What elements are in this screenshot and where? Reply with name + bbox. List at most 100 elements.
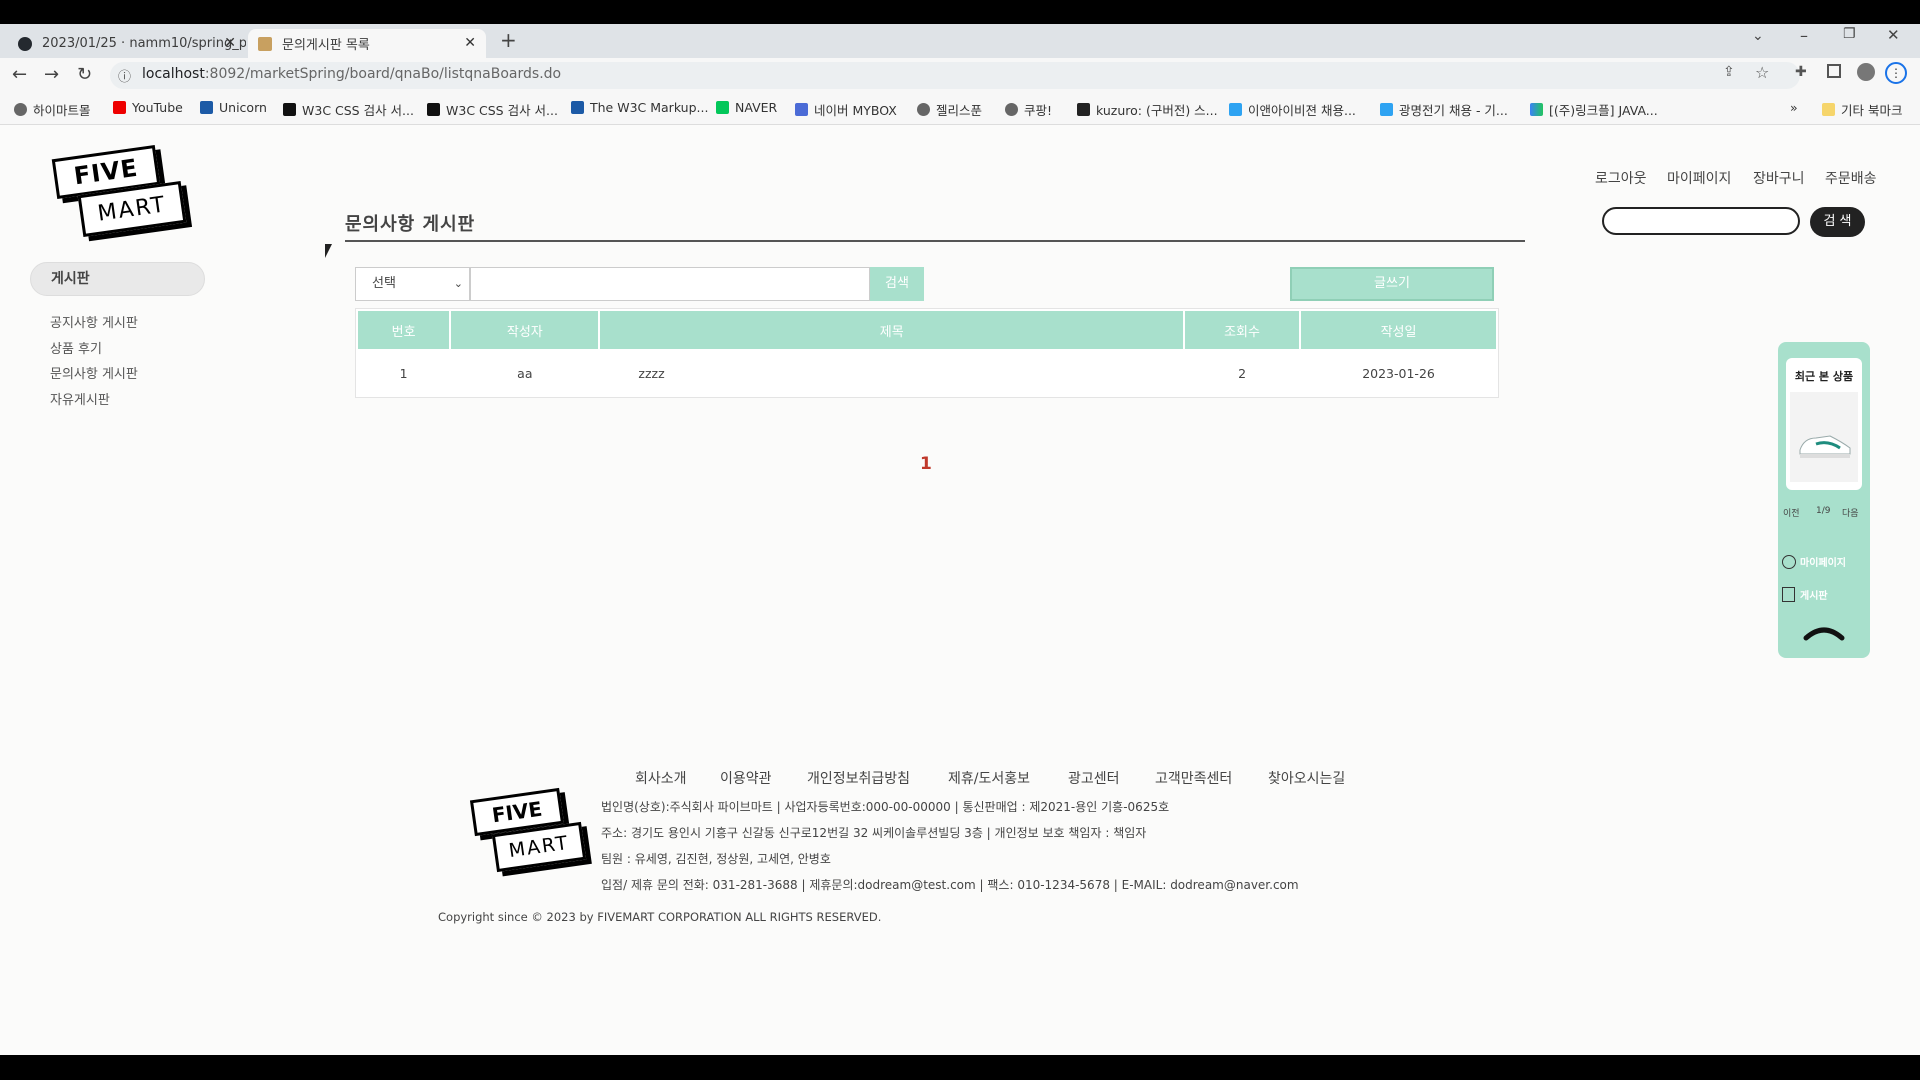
board-search-button[interactable]: 검색	[870, 267, 924, 301]
github-icon	[18, 36, 32, 51]
bookmark-label: 네이버 MYBOX	[814, 103, 897, 118]
footer-location[interactable]: 찾아오시는길	[1268, 768, 1345, 788]
bookmark-w3c-css-1[interactable]: W3C CSS 검사 서...	[283, 100, 414, 119]
bookmark-youtube[interactable]: YouTube	[113, 100, 183, 115]
footer-support[interactable]: 고객만족센터	[1155, 768, 1232, 788]
extensions-icon[interactable]: ✚	[1795, 64, 1807, 80]
recent-board-label: 게시판	[1800, 591, 1828, 602]
menu-icon[interactable]: ⋮	[1885, 62, 1907, 84]
back-icon[interactable]: ←	[12, 64, 27, 85]
footer-terms[interactable]: 이용약관	[720, 768, 772, 788]
sidebar-item-qna[interactable]: 문의사항 게시판	[50, 363, 138, 382]
col-author: 작성자	[451, 311, 599, 349]
recent-mypage-link[interactable]: 마이페이지	[1782, 554, 1846, 569]
footer-about[interactable]: 회사소개	[635, 768, 687, 788]
cell-views: 2	[1238, 365, 1247, 381]
tab-bar: 2023/01/25 · namm10/spring_p ✕ 문의게시판 목록 …	[0, 24, 1920, 58]
recent-next-button[interactable]: 다음	[1842, 506, 1859, 519]
bookmark-himart[interactable]: 하이마트몰	[14, 100, 91, 119]
footer-privacy[interactable]: 개인정보취급방침	[807, 768, 910, 788]
bookmark-linkple[interactable]: [(주)링크플] JAVA...	[1530, 100, 1658, 119]
bookmark-label: Unicorn	[219, 100, 267, 115]
header-search-input[interactable]	[1602, 207, 1800, 235]
mypage-link[interactable]: 마이페이지	[1667, 168, 1731, 188]
w3c-icon	[200, 101, 213, 114]
orders-link[interactable]: 주문배송	[1825, 168, 1877, 188]
page-icon	[258, 36, 272, 51]
reload-icon[interactable]: ↻	[77, 64, 92, 85]
bookmark-label: YouTube	[132, 100, 183, 115]
youtube-icon	[113, 101, 126, 114]
minimize-icon[interactable]: –	[1800, 26, 1808, 45]
sidebar-item-review[interactable]: 상품 후기	[50, 338, 102, 357]
board-table: 번호 작성자 제목 조회수 작성일 1 aa zzzz 2 2023-01-26	[355, 308, 1499, 398]
bookmark-mybox[interactable]: 네이버 MYBOX	[795, 100, 897, 119]
sidebar-item-notice[interactable]: 공지사항 게시판	[50, 312, 138, 331]
site-logo[interactable]: FIVE MART	[50, 144, 190, 238]
sidebar-item-free[interactable]: 자유게시판	[50, 389, 110, 408]
bookmark-w3c-markup[interactable]: The W3C Markup...	[571, 100, 708, 115]
close-icon[interactable]: ✕	[464, 35, 476, 51]
bookmark-label: W3C CSS 검사 서...	[446, 103, 558, 118]
tab-search-icon[interactable]: ⌄	[1752, 28, 1764, 44]
bookmark-unicorn[interactable]: Unicorn	[200, 100, 267, 115]
col-views: 조회수	[1185, 311, 1300, 349]
star-icon[interactable]: ☆	[1755, 63, 1769, 82]
board-table-grid: 번호 작성자 제목 조회수 작성일 1 aa zzzz 2 2023-01-26	[356, 309, 1498, 397]
bookmark-label: 기타 북마크	[1841, 103, 1903, 118]
cart-link[interactable]: 장바구니	[1753, 168, 1805, 188]
pagination-current[interactable]: 1	[920, 454, 932, 474]
table-row[interactable]: 1 aa zzzz 2 2023-01-26	[358, 351, 1496, 395]
sidepanel-icon[interactable]	[1827, 64, 1841, 78]
w3c-icon	[427, 103, 440, 116]
bookmark-w3c-css-2[interactable]: W3C CSS 검사 서...	[427, 100, 558, 119]
scroll-top-icon[interactable]	[1802, 622, 1846, 642]
tab-qna-board[interactable]: 문의게시판 목록 ✕	[248, 29, 486, 58]
cell-title-link[interactable]: zzzz	[600, 351, 1183, 395]
footer-team: 팀원 : 유세영, 김진현, 정상원, 고세연, 안병호	[601, 852, 831, 866]
page-title: 문의사항 게시판	[345, 214, 476, 235]
recent-prev-button[interactable]: 이전	[1783, 506, 1800, 519]
bookmark-kuzuro[interactable]: kuzuro: (구버전) 스...	[1077, 100, 1218, 119]
filter-select[interactable]: 선택 ⌄	[355, 267, 470, 301]
new-tab-icon[interactable]: +	[500, 28, 517, 52]
profile-icon[interactable]	[1857, 63, 1875, 81]
tab-github[interactable]: 2023/01/25 · namm10/spring_p ✕	[8, 29, 246, 58]
logout-link[interactable]: 로그아웃	[1595, 168, 1647, 188]
bookmark-coupang[interactable]: 쿠팡!	[1005, 100, 1052, 119]
recent-counter: 1/9	[1816, 506, 1831, 516]
bookmark-label: 쿠팡!	[1024, 103, 1053, 118]
info-icon[interactable]: ⓘ	[118, 66, 131, 85]
bookmarks-more-button[interactable]: »	[1790, 100, 1798, 115]
window-close-icon[interactable]: ✕	[1887, 26, 1900, 44]
title-divider	[345, 240, 1525, 242]
footer-ads[interactable]: 광고센터	[1068, 768, 1120, 788]
bookmark-jellyspoon[interactable]: 젤리스푼	[917, 100, 982, 119]
header-search-button[interactable]: 검 색	[1810, 207, 1865, 237]
bookmark-kwangmyung[interactable]: 광명전기 채용 - 기...	[1380, 100, 1508, 119]
restore-icon[interactable]: ❐	[1843, 26, 1856, 42]
forward-icon[interactable]: →	[44, 64, 59, 85]
recent-board-link[interactable]: 게시판	[1782, 587, 1828, 602]
footer-partnership[interactable]: 제휴/도서홍보	[948, 768, 1030, 788]
bookmark-naver[interactable]: NAVER	[716, 100, 777, 115]
table-header-row: 번호 작성자 제목 조회수 작성일	[358, 311, 1496, 349]
bookmark-eni[interactable]: 이앤아이비젼 채용...	[1229, 100, 1356, 119]
mouse-cursor-icon	[325, 244, 332, 258]
globe-icon	[917, 103, 930, 116]
bookmark-label: 광명전기 채용 - 기...	[1399, 103, 1508, 118]
write-button[interactable]: 글쓰기	[1290, 267, 1494, 301]
tab-label: 2023/01/25 · namm10/spring_p	[42, 36, 246, 51]
other-bookmarks[interactable]: 기타 북마크	[1822, 100, 1902, 119]
recent-product-image[interactable]	[1790, 392, 1858, 482]
bookmark-label: [(주)링크플] JAVA...	[1549, 103, 1658, 118]
cell-number: 1	[399, 365, 408, 381]
board-search-input[interactable]	[470, 267, 870, 301]
col-date: 작성일	[1301, 311, 1496, 349]
naver-icon	[716, 101, 729, 114]
share-icon[interactable]: ⇪	[1723, 64, 1735, 80]
close-icon[interactable]: ✕	[224, 35, 236, 51]
window-top-bar	[0, 0, 1920, 24]
more-icon: »	[1790, 100, 1798, 115]
footer-logo: FIVE MART	[469, 787, 590, 875]
